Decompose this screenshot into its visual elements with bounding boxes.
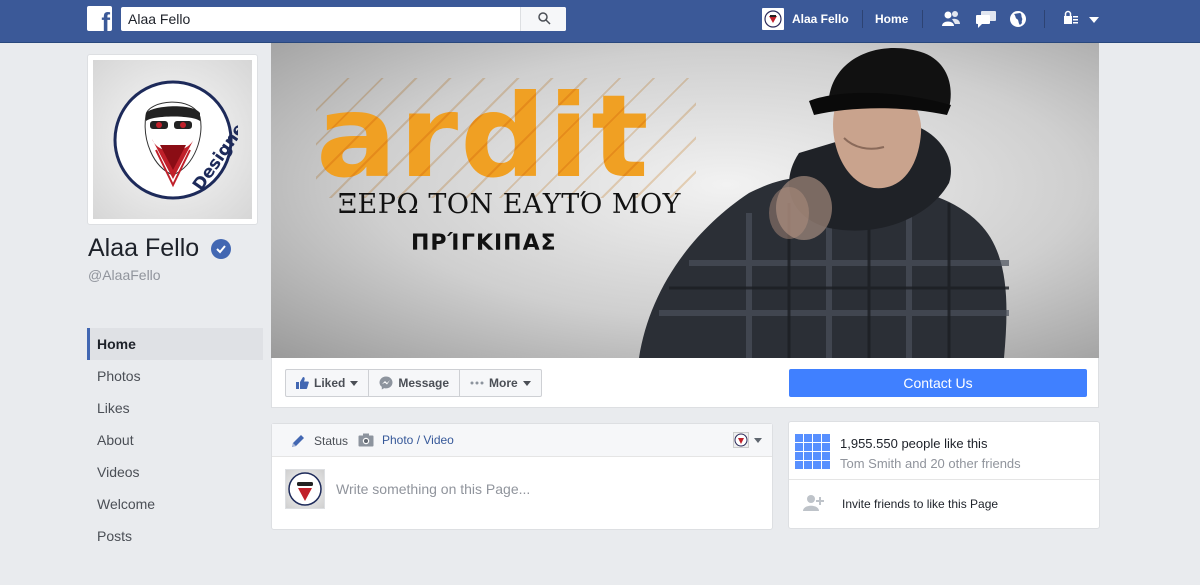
top-navigation-bar: f Alaa Fello Home [0,0,1200,43]
camera-icon [358,433,374,447]
nav-divider [862,10,863,28]
composer-tabs: Status Photo / Video [272,424,772,457]
facebook-logo[interactable]: f [87,6,112,31]
page-avatar-icon [733,432,749,448]
message-label: Message [398,376,450,390]
invite-friends-link[interactable]: Invite friends to like this Page [842,497,998,511]
notifications-globe-icon[interactable] [1009,10,1027,28]
cover-title-word: ardit [316,71,651,204]
search-input[interactable] [128,10,518,28]
thumbs-up-icon [296,377,309,389]
liked-caret-icon [350,380,359,386]
messenger-icon [379,376,393,390]
search-button[interactable] [520,7,566,31]
page-button-group: Liked Message More [285,369,542,397]
account-caret-icon[interactable] [1088,16,1100,24]
friends-icon[interactable] [941,10,961,28]
page-name[interactable]: Alaa Fello [88,234,232,263]
more-dots-icon [470,381,484,385]
liked-label: Liked [314,376,346,390]
tab-photo-video[interactable]: Photo / Video [358,433,454,447]
privacy-lock-icon[interactable] [1063,10,1079,26]
side-nav-welcome[interactable]: Welcome [87,488,263,520]
page-likes-box: 1,955.550 people like this Tom Smith and… [788,421,1100,529]
post-as-selector[interactable] [733,432,762,448]
post-composer: Status Photo / Video Write something on … [271,423,773,530]
friends-who-like[interactable]: Tom Smith and 20 other friends [840,456,1021,471]
avatar-logo-icon [764,10,782,28]
cover-person-image [639,48,1009,358]
more-label: More [489,376,518,390]
cover-subtitle-line2: ΠΡΊΓΚΙΠΑΣ [411,231,557,256]
verified-badge-icon [211,238,232,259]
pencil-icon [290,433,306,449]
checkmark-icon [216,244,226,253]
post-as-caret-icon [754,437,762,443]
composer-page-avatar [285,469,325,509]
more-button[interactable]: More [460,370,541,396]
likes-divider [789,479,1099,480]
composer-text-input[interactable]: Write something on this Page... [336,481,530,497]
profile-picture[interactable]: Designer [87,54,258,225]
facebook-logo-glyph: f [101,7,110,31]
side-nav-videos[interactable]: Videos [87,456,263,488]
side-nav-photos[interactable]: Photos [87,360,263,392]
cover-photo[interactable]: ardit ΞΕΡΩ ΤΟΝ ΕΑΥΤΌ ΜΟΥ ΠΡΊΓΚΙΠΑΣ [271,43,1099,358]
side-nav-posts[interactable]: Posts [87,520,263,552]
nav-avatar [762,8,784,30]
page-name-text: Alaa Fello [88,234,200,262]
tab-status[interactable]: Status [290,433,348,449]
add-friend-icon [803,495,824,511]
nav-home-link[interactable]: Home [875,12,908,26]
liked-button[interactable]: Liked [286,370,370,396]
messages-icon[interactable] [975,10,997,28]
side-nav-about[interactable]: About [87,424,263,456]
side-nav-likes[interactable]: Likes [87,392,263,424]
search-icon [538,12,551,25]
likes-count[interactable]: 1,955.550 people like this [840,436,987,451]
nav-divider [922,10,923,28]
avatar-logo-icon [288,472,322,506]
message-button[interactable]: Message [369,370,461,396]
more-caret-icon [522,380,531,386]
likes-grid-icon [795,434,831,470]
side-nav-home[interactable]: Home [87,328,263,360]
page-action-bar: Liked Message More Contact Us [271,358,1099,408]
profile-picture-image: Designer [93,60,252,219]
search-box [121,7,566,31]
nav-profile-name: Alaa Fello [792,12,849,26]
contact-us-button[interactable]: Contact Us [789,369,1087,397]
nav-profile-link[interactable]: Alaa Fello [762,8,849,30]
tab-photo-video-label: Photo / Video [382,433,454,447]
tab-status-label: Status [314,434,349,448]
page-side-navigation: Home Photos Likes About Videos Welcome P… [87,328,263,552]
page-handle[interactable]: @AlaaFello [88,267,161,283]
nav-divider [1044,10,1045,28]
designer-logo-image: Designer [113,80,238,199]
